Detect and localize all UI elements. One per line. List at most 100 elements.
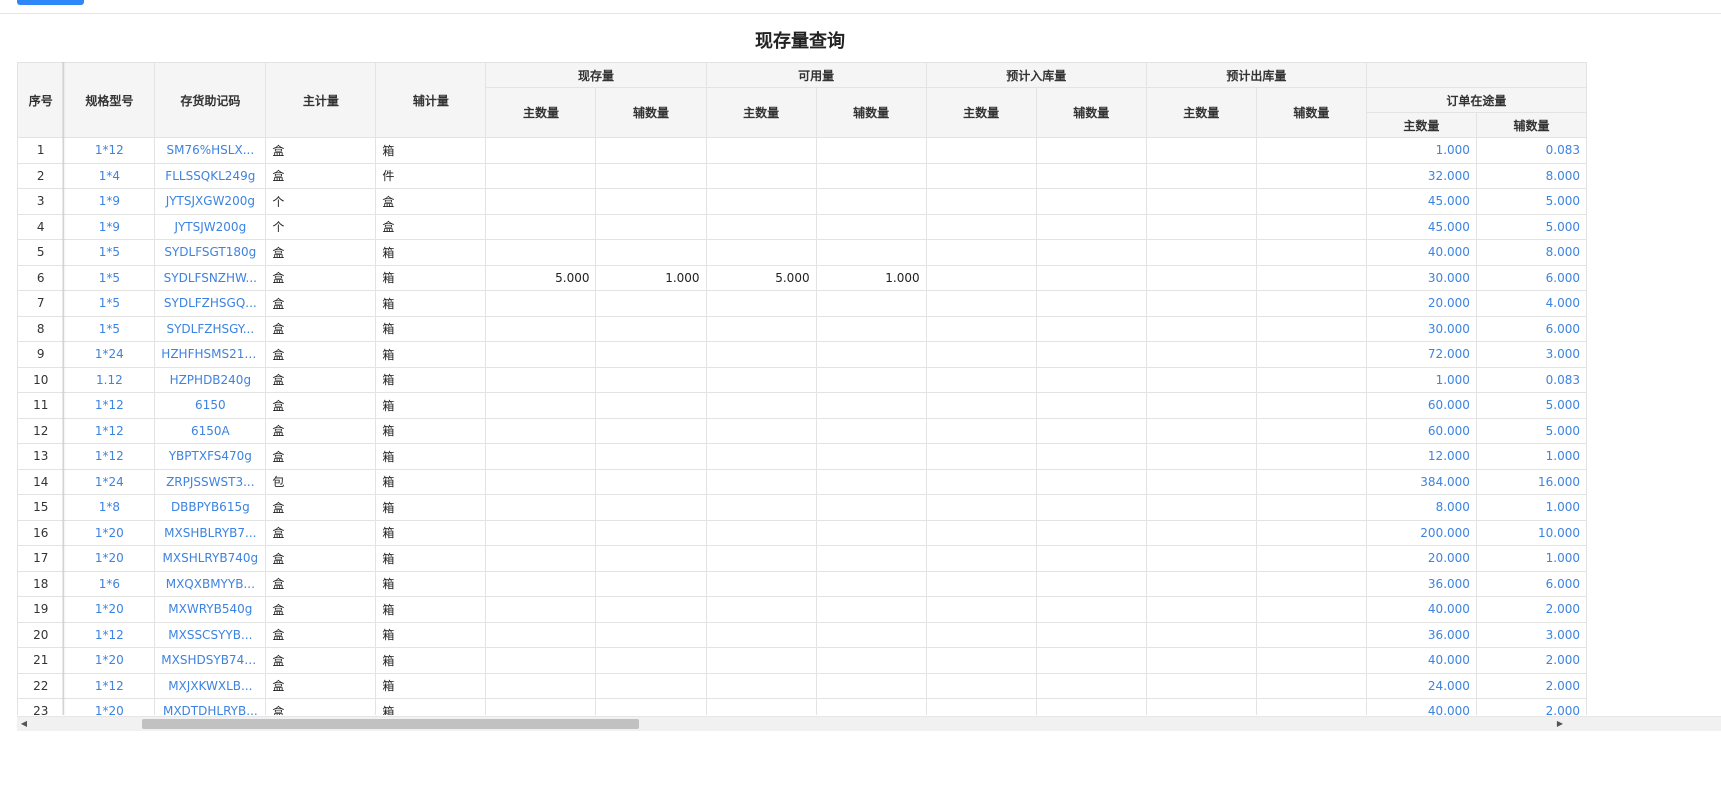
cell-order-transit-main[interactable]: 40.000 xyxy=(1365,596,1477,623)
table-row[interactable]: 14 1*24 ZRPJSSWST3... 包箱 384.000 16.000 xyxy=(17,468,1588,495)
cell-spec[interactable]: 1*5 xyxy=(63,315,156,342)
header-aux-unit[interactable]: 辅计量 xyxy=(375,62,487,138)
cell-order-transit-main[interactable]: 45.000 xyxy=(1365,188,1477,215)
cell-order-transit-aux[interactable]: 4.000 xyxy=(1475,290,1588,317)
table-row[interactable]: 13 1*12 YBPTXFS470g 盒箱 12.000 1.000 xyxy=(17,443,1588,470)
cell-code[interactable]: SYDLFZHSGQ... xyxy=(154,290,267,317)
cell-order-transit-main[interactable]: 60.000 xyxy=(1365,417,1477,444)
cell-spec[interactable]: 1*20 xyxy=(63,698,156,715)
cell-order-transit-main[interactable]: 40.000 xyxy=(1365,647,1477,674)
table-row[interactable]: 1 1*12 SM76%HSLX... 盒箱 1.000 0.083 xyxy=(17,137,1588,164)
table-row[interactable]: 3 1*9 JYTSJXGW200g 个盒 45.000 5.000 xyxy=(17,188,1588,215)
cell-order-transit-main[interactable]: 30.000 xyxy=(1365,264,1477,291)
cell-spec[interactable]: 1*8 xyxy=(63,494,156,521)
triangle-left-icon[interactable]: ◀ xyxy=(19,719,29,729)
table-row[interactable]: 11 1*12 6150 盒箱 60.000 5.000 xyxy=(17,392,1588,419)
cell-code[interactable]: MXSHLRYB740g xyxy=(154,545,267,572)
cell-order-transit-aux[interactable]: 0.083 xyxy=(1475,366,1588,393)
cell-spec[interactable]: 1*5 xyxy=(63,264,156,291)
cell-spec[interactable]: 1*4 xyxy=(63,162,156,189)
header-order-transit-aux[interactable]: 辅数量 xyxy=(1475,112,1588,138)
cell-spec[interactable]: 1*20 xyxy=(63,647,156,674)
header-spec[interactable]: 规格型号 xyxy=(63,62,156,138)
table-row[interactable]: 20 1*12 MXSSCSYYB... 盒箱 36.000 3.000 xyxy=(17,621,1588,648)
triangle-right-icon[interactable]: ▶ xyxy=(1555,719,1565,729)
cell-spec[interactable]: 1*6 xyxy=(63,570,156,597)
cell-spec[interactable]: 1*20 xyxy=(63,596,156,623)
cell-order-transit-aux[interactable]: 5.000 xyxy=(1475,392,1588,419)
header-code[interactable]: 存货助记码 xyxy=(154,62,267,138)
table-row[interactable]: 2 1*4 FLLSSQKL249g 盒件 32.000 8.000 xyxy=(17,162,1588,189)
cell-spec[interactable]: 1.12 xyxy=(63,366,156,393)
cell-order-transit-aux[interactable]: 6.000 xyxy=(1475,570,1588,597)
cell-code[interactable]: ZRPJSSWST3... xyxy=(154,468,267,495)
table-row[interactable]: 12 1*12 6150A 盒箱 60.000 5.000 xyxy=(17,417,1588,444)
cell-order-transit-main[interactable]: 40.000 xyxy=(1365,239,1477,266)
cell-order-transit-main[interactable]: 32.000 xyxy=(1365,162,1477,189)
table-row[interactable]: 19 1*20 MXWRYB540g 盒箱 40.000 2.000 xyxy=(17,596,1588,623)
cell-order-transit-main[interactable]: 20.000 xyxy=(1365,290,1477,317)
header-available-main[interactable]: 主数量 xyxy=(705,87,817,138)
cell-order-transit-aux[interactable]: 1.000 xyxy=(1475,494,1588,521)
cell-order-transit-aux[interactable]: 8.000 xyxy=(1475,162,1588,189)
table-row[interactable]: 17 1*20 MXSHLRYB740g 盒箱 20.000 1.000 xyxy=(17,545,1588,572)
table-row[interactable]: 9 1*24 HZHFHSMS210g 盒箱 72.000 3.000 xyxy=(17,341,1588,368)
table-row[interactable]: 5 1*5 SYDLFSGT180g 盒箱 40.000 8.000 xyxy=(17,239,1588,266)
cell-spec[interactable]: 1*5 xyxy=(63,239,156,266)
cell-spec[interactable]: 1*12 xyxy=(63,417,156,444)
cell-code[interactable]: JYTSJXGW200g xyxy=(154,188,267,215)
cell-spec[interactable]: 1*20 xyxy=(63,519,156,546)
cell-code[interactable]: HZPHDB240g xyxy=(154,366,267,393)
cell-order-transit-aux[interactable]: 1.000 xyxy=(1475,545,1588,572)
cell-code[interactable]: 6150A xyxy=(154,417,267,444)
table-row[interactable]: 15 1*8 DBBPYB615g 盒箱 8.000 1.000 xyxy=(17,494,1588,521)
header-onhand-aux[interactable]: 辅数量 xyxy=(595,87,707,138)
cell-order-transit-main[interactable]: 1.000 xyxy=(1365,366,1477,393)
cell-spec[interactable]: 1*9 xyxy=(63,213,156,240)
header-main-unit[interactable]: 主计量 xyxy=(265,62,377,138)
cell-code[interactable]: YBPTXFS470g xyxy=(154,443,267,470)
cell-spec[interactable]: 1*12 xyxy=(63,443,156,470)
cell-spec[interactable]: 1*9 xyxy=(63,188,156,215)
cell-order-transit-main[interactable]: 24.000 xyxy=(1365,672,1477,699)
cell-code[interactable]: DBBPYB615g xyxy=(154,494,267,521)
cell-code[interactable]: MXQXBMYYB... xyxy=(154,570,267,597)
cell-order-transit-main[interactable]: 200.000 xyxy=(1365,519,1477,546)
cell-order-transit-aux[interactable]: 6.000 xyxy=(1475,315,1588,342)
cell-order-transit-main[interactable]: 12.000 xyxy=(1365,443,1477,470)
cell-order-transit-aux[interactable]: 5.000 xyxy=(1475,417,1588,444)
cell-code[interactable]: JYTSJW200g xyxy=(154,213,267,240)
table-row[interactable]: 10 1.12 HZPHDB240g 盒箱 1.000 0.083 xyxy=(17,366,1588,393)
header-onhand-main[interactable]: 主数量 xyxy=(485,87,597,138)
cell-order-transit-main[interactable]: 8.000 xyxy=(1365,494,1477,521)
cell-order-transit-aux[interactable]: 10.000 xyxy=(1475,519,1588,546)
cell-code[interactable]: MXSSCSYYB... xyxy=(154,621,267,648)
cell-code[interactable]: SYDLFSGT180g xyxy=(154,239,267,266)
cell-code[interactable]: MXSHDSYB740g xyxy=(154,647,267,674)
cell-spec[interactable]: 1*20 xyxy=(63,545,156,572)
cell-spec[interactable]: 1*12 xyxy=(63,392,156,419)
cell-code[interactable]: MXWRYB540g xyxy=(154,596,267,623)
table-row[interactable]: 8 1*5 SYDLFZHSGY... 盒箱 30.000 6.000 xyxy=(17,315,1588,342)
cell-order-transit-main[interactable]: 384.000 xyxy=(1365,468,1477,495)
cell-code[interactable]: MXSHBLRYB7... xyxy=(154,519,267,546)
cell-order-transit-aux[interactable]: 5.000 xyxy=(1475,188,1588,215)
table-row[interactable]: 18 1*6 MXQXBMYYB... 盒箱 36.000 6.000 xyxy=(17,570,1588,597)
horizontal-scrollbar[interactable]: ◀ ▶ xyxy=(17,716,1721,731)
cell-order-transit-aux[interactable]: 3.000 xyxy=(1475,341,1588,368)
cell-order-transit-main[interactable]: 36.000 xyxy=(1365,570,1477,597)
top-primary-button[interactable] xyxy=(17,0,84,5)
header-expected-in-main[interactable]: 主数量 xyxy=(925,87,1037,138)
table-row[interactable]: 16 1*20 MXSHBLRYB7... 盒箱 200.000 10.000 xyxy=(17,519,1588,546)
cell-code[interactable]: HZHFHSMS210g xyxy=(154,341,267,368)
cell-code[interactable]: MXJXKWXLB... xyxy=(154,672,267,699)
cell-code[interactable]: SYDLFSNZHW... xyxy=(154,264,267,291)
cell-order-transit-aux[interactable]: 2.000 xyxy=(1475,672,1588,699)
cell-code[interactable]: SYDLFZHSGY... xyxy=(154,315,267,342)
cell-order-transit-main[interactable]: 40.000 xyxy=(1365,698,1477,715)
cell-order-transit-aux[interactable]: 8.000 xyxy=(1475,239,1588,266)
table-row[interactable]: 6 1*5 SYDLFSNZHW... 盒箱 5.000 1.000 5.000 1.000 3… xyxy=(17,264,1588,291)
cell-order-transit-main[interactable]: 72.000 xyxy=(1365,341,1477,368)
cell-code[interactable]: MXDTDHLRYB... xyxy=(154,698,267,715)
scrollbar-thumb[interactable] xyxy=(142,719,639,729)
